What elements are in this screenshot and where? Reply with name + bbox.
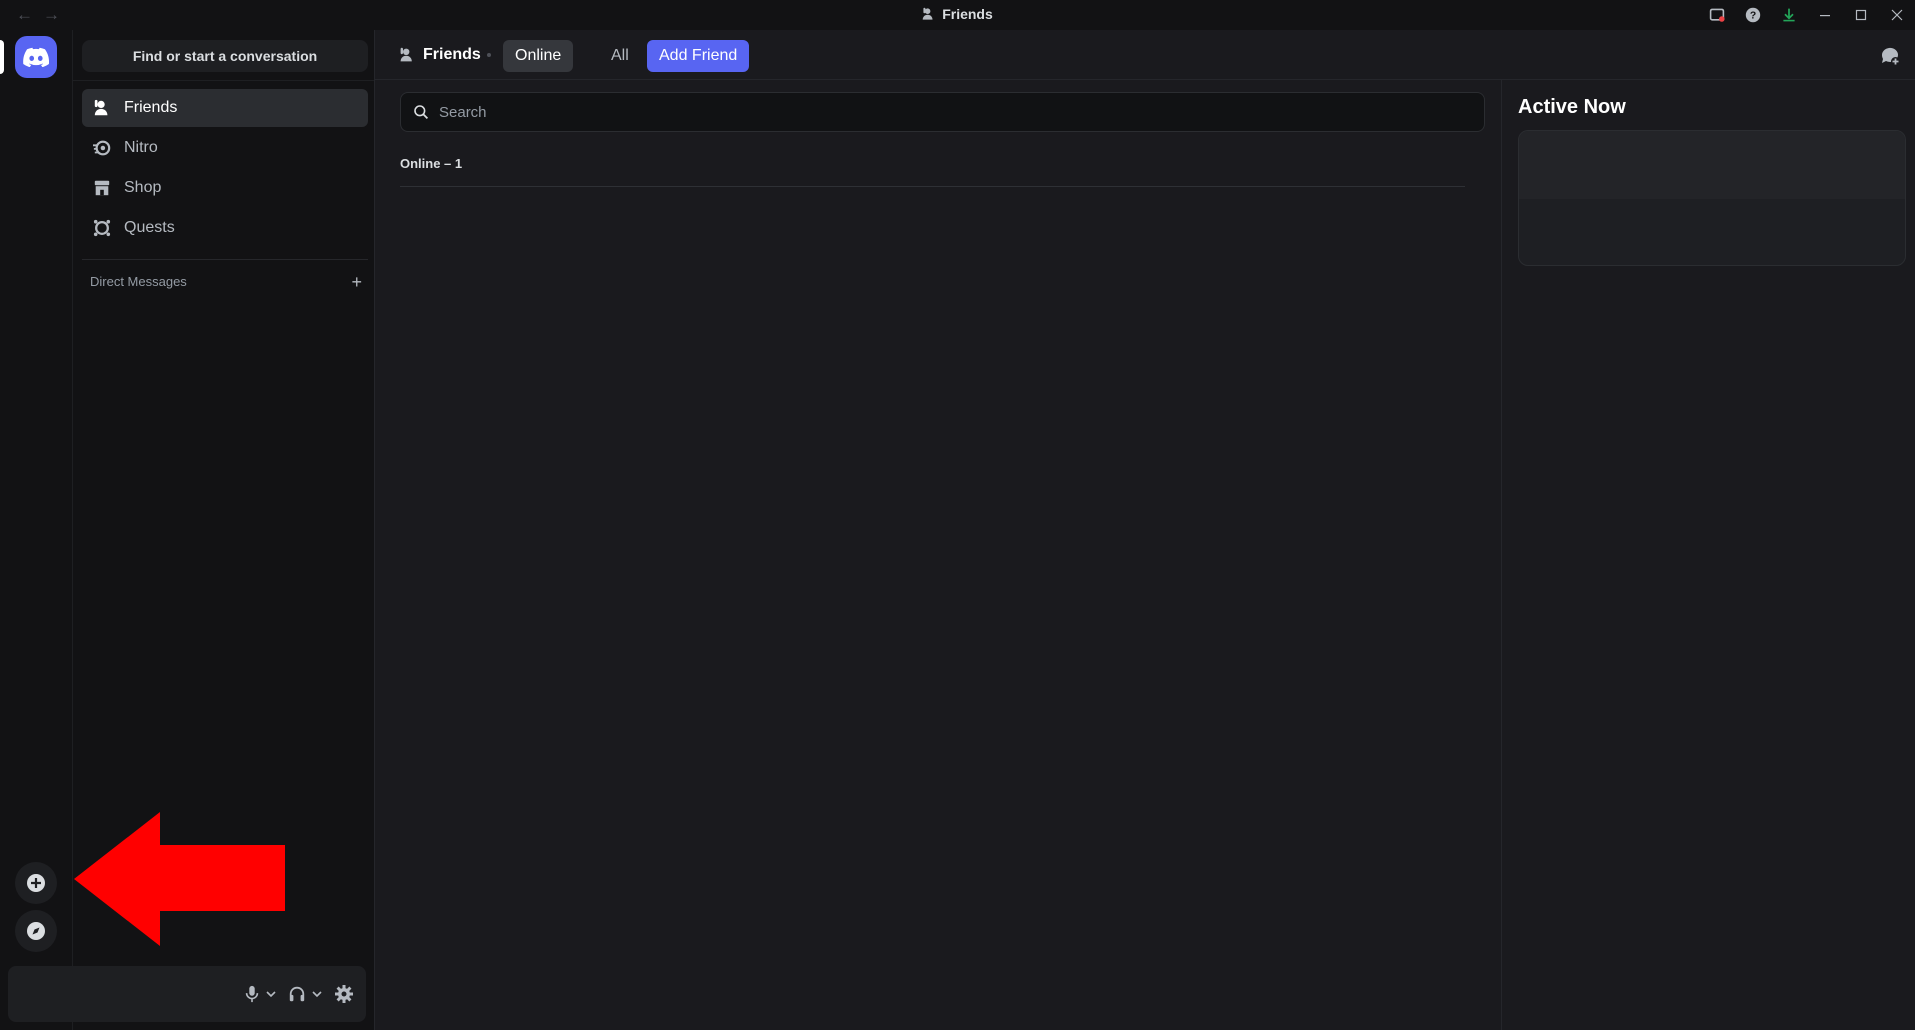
active-now-panel: Active Now bbox=[1501, 80, 1915, 1030]
help-icon[interactable]: ? bbox=[1735, 0, 1771, 30]
deafen-button[interactable] bbox=[284, 978, 326, 1010]
sidebar-item-label: Quests bbox=[124, 219, 175, 236]
sidebar-item-label: Shop bbox=[124, 179, 162, 196]
svg-text:?: ? bbox=[1750, 11, 1756, 22]
annotation-arrow-icon bbox=[74, 812, 285, 946]
tab-label: Add Friend bbox=[659, 47, 738, 64]
active-now-card bbox=[1518, 130, 1906, 266]
direct-messages-header: Direct Messages + bbox=[90, 273, 362, 291]
window-tools: ? bbox=[1699, 0, 1915, 30]
friends-toolbar: Friends Online All Add Friend bbox=[375, 30, 1915, 80]
direct-messages-label: Direct Messages bbox=[90, 274, 187, 289]
tab-online[interactable]: Online bbox=[503, 40, 574, 72]
friends-search-box[interactable] bbox=[400, 92, 1485, 132]
close-icon[interactable] bbox=[1879, 0, 1915, 30]
plus-circle-icon bbox=[27, 874, 45, 892]
active-now-card-header bbox=[1519, 131, 1905, 199]
mute-button[interactable] bbox=[240, 978, 280, 1010]
new-group-dm-button[interactable] bbox=[1878, 44, 1902, 68]
online-count-header: Online – 1 bbox=[400, 156, 463, 171]
sidebar-item-nitro[interactable]: Nitro bbox=[82, 129, 368, 167]
find-conversation-button[interactable]: Find or start a conversation bbox=[82, 40, 368, 72]
sidebar-item-shop[interactable]: Shop bbox=[82, 169, 368, 207]
active-now-title: Active Now bbox=[1518, 96, 1626, 118]
friends-icon bbox=[399, 47, 415, 63]
inbox-icon[interactable] bbox=[1699, 0, 1735, 30]
sidebar-divider bbox=[82, 259, 368, 260]
minimize-icon[interactable] bbox=[1807, 0, 1843, 30]
friends-list-panel: Online – 1 bbox=[375, 80, 1501, 1030]
download-icon[interactable] bbox=[1771, 0, 1807, 30]
server-rail bbox=[0, 30, 72, 1030]
page-title: Friends bbox=[399, 30, 481, 80]
list-divider bbox=[400, 186, 1465, 187]
friends-search-input[interactable] bbox=[439, 103, 1439, 121]
tab-label: Online bbox=[515, 47, 562, 64]
user-settings-button[interactable] bbox=[330, 978, 358, 1010]
quests-icon bbox=[92, 218, 112, 238]
add-server-button[interactable] bbox=[15, 862, 57, 904]
discord-logo-icon bbox=[23, 47, 49, 67]
sidebar-item-label: Nitro bbox=[124, 139, 158, 156]
gear-icon bbox=[335, 985, 353, 1003]
find-conversation-label: Find or start a conversation bbox=[132, 48, 318, 64]
sidebar-item-friends[interactable]: Friends bbox=[82, 89, 368, 127]
nitro-icon bbox=[92, 138, 112, 158]
user-panel bbox=[8, 966, 366, 1022]
discover-button[interactable] bbox=[15, 910, 57, 952]
chevron-down-icon[interactable] bbox=[312, 990, 322, 998]
window-title: Friends bbox=[0, 6, 1915, 24]
page-title-label: Friends bbox=[423, 46, 481, 63]
tab-label: All bbox=[611, 47, 629, 64]
home-button[interactable] bbox=[15, 36, 57, 78]
friends-icon bbox=[922, 7, 936, 24]
title-bar: ← → Friends ? bbox=[0, 0, 1915, 30]
sidebar-divider bbox=[73, 80, 375, 81]
sidebar-item-label: Friends bbox=[124, 99, 178, 116]
add-friend-button[interactable]: Add Friend bbox=[647, 40, 750, 72]
new-group-dm-icon bbox=[1881, 47, 1900, 66]
friends-icon bbox=[92, 98, 112, 118]
sidebar-item-quests[interactable]: Quests bbox=[82, 209, 368, 247]
search-icon bbox=[414, 105, 429, 120]
separator-dot bbox=[487, 53, 491, 57]
main-content: Friends Online All Add Friend Online – 1… bbox=[374, 30, 1915, 1030]
create-dm-button[interactable]: + bbox=[351, 273, 362, 291]
tab-all[interactable]: All bbox=[599, 40, 641, 72]
selected-indicator bbox=[0, 40, 4, 74]
shop-icon bbox=[92, 178, 112, 198]
user-controls bbox=[240, 966, 358, 1022]
maximize-icon[interactable] bbox=[1843, 0, 1879, 30]
headphones-icon bbox=[289, 986, 305, 1002]
microphone-icon bbox=[245, 985, 259, 1003]
compass-icon bbox=[27, 922, 45, 940]
chevron-down-icon[interactable] bbox=[266, 990, 276, 998]
